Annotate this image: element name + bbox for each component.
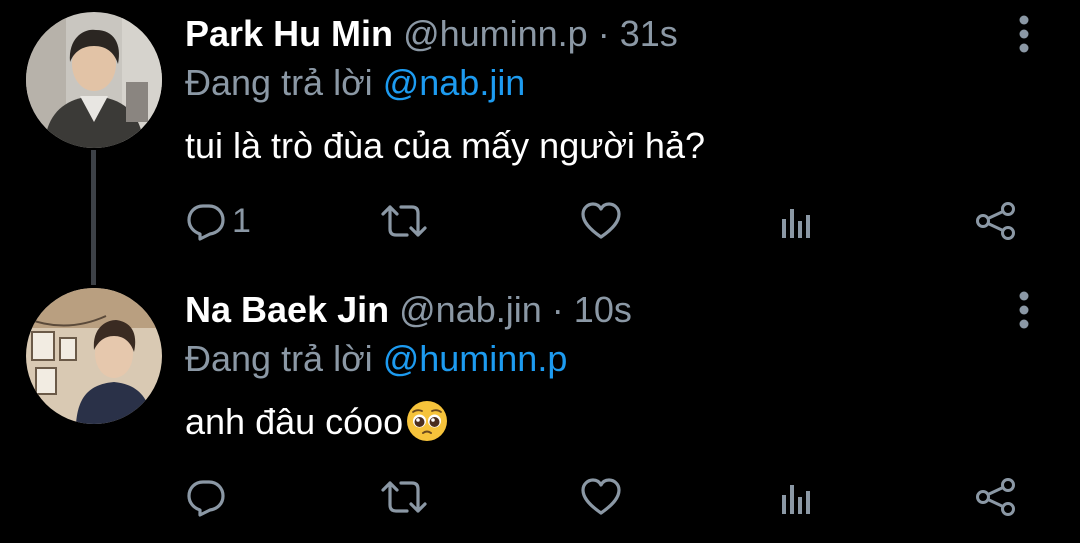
retweet-icon: [381, 205, 427, 237]
timestamp[interactable]: 10s: [574, 289, 632, 330]
action-bar: 1: [0, 196, 1080, 246]
pleading-face-icon: [407, 401, 448, 442]
more-options-button[interactable]: [1012, 290, 1036, 330]
more-vertical-icon: [1019, 15, 1029, 53]
reply-icon: [187, 480, 225, 517]
stats-icon: [782, 209, 810, 238]
stats-button[interactable]: [778, 196, 818, 246]
user-handle[interactable]: @huminn.p: [403, 13, 588, 54]
separator-dot: ·: [551, 289, 564, 330]
retweet-button[interactable]: [380, 472, 428, 522]
timestamp[interactable]: 31s: [620, 13, 678, 54]
mention-link[interactable]: @nab.jin: [383, 62, 526, 103]
share-button[interactable]: [974, 472, 1018, 522]
stats-button[interactable]: [778, 472, 818, 522]
reply-icon: [187, 204, 225, 241]
more-vertical-icon: [1019, 291, 1029, 329]
share-icon: [976, 478, 1015, 516]
reply-button[interactable]: [186, 472, 232, 522]
reply-count: 1: [232, 201, 251, 240]
replying-to: Đang trả lời @huminn.p: [185, 337, 567, 381]
user-handle[interactable]: @nab.jin: [399, 289, 542, 330]
replying-to-label: Đang trả lời: [185, 62, 373, 103]
share-button[interactable]: [974, 196, 1018, 246]
retweet-button[interactable]: [380, 196, 428, 246]
replying-to-label: Đang trả lời: [185, 338, 373, 379]
avatar[interactable]: [26, 12, 162, 148]
retweet-icon: [381, 481, 427, 513]
tweet-text: anh đâu cóoo: [185, 400, 449, 444]
tweet-na-baek-jin[interactable]: Na Baek Jin @nab.jin · 10s Đang trả lời …: [0, 272, 1080, 543]
avatar[interactable]: [26, 288, 162, 424]
more-options-button[interactable]: [1012, 14, 1036, 54]
tweet-header: Na Baek Jin @nab.jin · 10s: [185, 288, 632, 332]
stats-icon: [782, 485, 810, 514]
pleading-face-emoji: [405, 399, 449, 443]
heart-icon: [581, 202, 621, 239]
tweet-header: Park Hu Min @huminn.p · 31s: [185, 12, 678, 56]
heart-icon: [581, 478, 621, 515]
replying-to: Đang trả lời @nab.jin: [185, 61, 525, 105]
action-bar: [0, 472, 1080, 522]
like-button[interactable]: [580, 196, 622, 246]
tweet-text: tui là trò đùa của mấy người hả?: [185, 125, 705, 166]
share-icon: [976, 202, 1015, 240]
like-button[interactable]: [580, 472, 622, 522]
separator-dot: ·: [597, 13, 610, 54]
tweet-text-content: anh đâu cóoo: [185, 401, 404, 442]
display-name[interactable]: Park Hu Min: [185, 13, 393, 54]
reply-button[interactable]: 1: [186, 196, 251, 246]
mention-link[interactable]: @huminn.p: [383, 338, 568, 379]
display-name[interactable]: Na Baek Jin: [185, 289, 389, 330]
tweet-park-hu-min[interactable]: Park Hu Min @huminn.p · 31s Đang trả lời…: [0, 0, 1080, 272]
